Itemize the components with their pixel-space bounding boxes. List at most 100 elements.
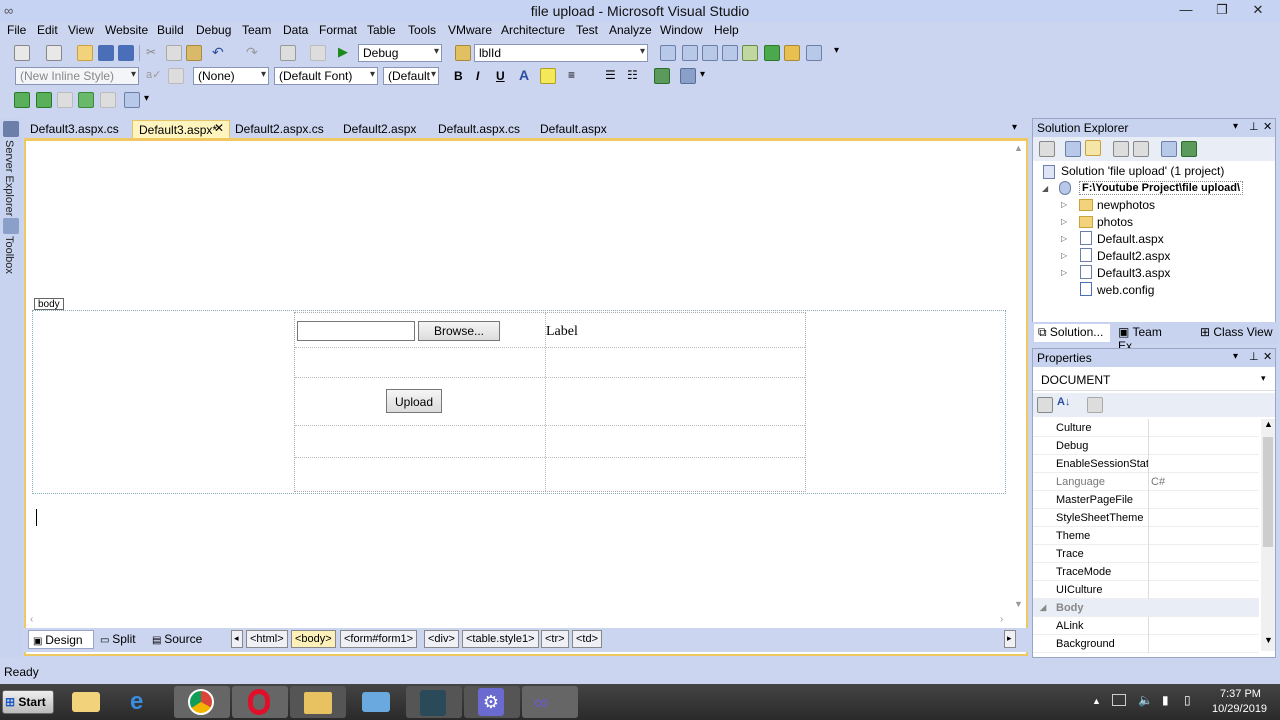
expand-arrow-icon[interactable]: ▷	[1061, 234, 1067, 243]
taskbar-chrome[interactable]	[174, 686, 230, 718]
panel-dropdown-icon[interactable]: ▾	[1233, 121, 1238, 132]
add-item-icon[interactable]	[46, 45, 62, 61]
taskbar-internet-explorer[interactable]: e	[116, 686, 172, 718]
breadcrumb-td[interactable]: <td>	[572, 630, 603, 648]
scroll-left-icon[interactable]: ‹	[30, 614, 33, 625]
menu-team[interactable]: Team	[242, 23, 271, 37]
breadcrumb-body[interactable]: <body>	[291, 630, 336, 648]
close-panel-icon[interactable]: ✕	[1263, 120, 1272, 133]
property-row[interactable]: MasterPageFile	[1033, 491, 1259, 509]
nest-related-files-icon[interactable]	[1085, 140, 1101, 156]
format-options-icon[interactable]	[680, 68, 696, 84]
property-row[interactable]: EnableSessionState	[1033, 455, 1259, 473]
layout-toolbar-options-icon[interactable]: ▾	[144, 93, 160, 109]
find-icon[interactable]	[455, 45, 471, 61]
server-explorer-icon[interactable]	[3, 121, 19, 137]
cut-icon[interactable]: ✂	[146, 45, 162, 61]
property-row[interactable]: StyleSheetTheme	[1033, 509, 1259, 527]
panel-dropdown-icon[interactable]: ▾	[1233, 351, 1238, 362]
start-button[interactable]: ⊞ Start	[2, 690, 54, 714]
design-surface[interactable]: body Browse... Label Upload ‹ › ▲ ▼	[24, 138, 1028, 656]
property-category-body[interactable]: ◢ Body	[1033, 599, 1259, 617]
menu-test[interactable]: Test	[576, 23, 598, 37]
property-row[interactable]: Language C#	[1033, 473, 1259, 491]
properties-scrollbar[interactable]: ▲ ▼	[1261, 419, 1275, 651]
insert-layer-icon[interactable]	[14, 92, 30, 108]
solution-explorer-icon[interactable]	[682, 45, 698, 61]
menu-format[interactable]: Format	[319, 23, 357, 37]
tab-default2-aspx[interactable]: Default2.aspx	[337, 120, 427, 138]
show-hidden-icons-icon[interactable]: ▲	[1092, 696, 1101, 706]
menu-table[interactable]: Table	[367, 23, 396, 37]
scroll-down-icon[interactable]: ▼	[1014, 599, 1023, 609]
toolbar-options-icon[interactable]: ▾	[834, 45, 850, 61]
attach-stylesheet-icon[interactable]	[168, 68, 184, 84]
menu-tools[interactable]: Tools	[408, 23, 436, 37]
copy-icon[interactable]	[166, 45, 182, 61]
solution-configuration-select[interactable]: Debug	[358, 44, 442, 62]
menu-view[interactable]: View	[68, 23, 94, 37]
tab-default-aspx-cs[interactable]: Default.aspx.cs	[432, 120, 532, 138]
menu-debug[interactable]: Debug	[196, 23, 231, 37]
block-format-select[interactable]: (None)	[193, 67, 269, 85]
pin-icon[interactable]: ⊥	[1249, 350, 1259, 363]
property-pages-icon[interactable]	[1087, 397, 1103, 413]
bring-forward-icon[interactable]	[57, 92, 73, 108]
file-upload-input[interactable]	[297, 321, 415, 341]
property-row[interactable]: Culture	[1033, 419, 1259, 437]
taskbar-app[interactable]	[348, 686, 404, 718]
menu-data[interactable]: Data	[283, 23, 308, 37]
save-icon[interactable]	[98, 45, 114, 61]
menu-file[interactable]: File	[7, 23, 26, 37]
menu-edit[interactable]: Edit	[37, 23, 58, 37]
font-name-select[interactable]: (Default Font)	[274, 67, 378, 85]
tab-list-dropdown-icon[interactable]: ▾	[1012, 122, 1017, 133]
taskbar-settings[interactable]: ⚙	[464, 686, 520, 718]
close-panel-icon[interactable]: ✕	[1263, 350, 1272, 363]
taskbar-visual-studio[interactable]: ∞	[522, 686, 578, 718]
start-page-icon[interactable]	[764, 45, 780, 61]
collapse-arrow-icon[interactable]: ◢	[1040, 603, 1046, 612]
formatting-toolbar-options-icon[interactable]: ▾	[700, 69, 716, 85]
scroll-right-icon[interactable]: ›	[1000, 614, 1003, 625]
breadcrumb-html[interactable]: <html>	[246, 630, 288, 648]
alphabetical-sort-icon[interactable]: A↓	[1057, 396, 1073, 412]
object-browser-icon[interactable]	[722, 45, 738, 61]
server-explorer-tab[interactable]: Server Explorer	[3, 140, 15, 216]
upload-button[interactable]: Upload	[386, 389, 442, 413]
clock-time[interactable]: 7:37 PM	[1220, 688, 1261, 700]
menu-analyze[interactable]: Analyze	[609, 23, 652, 37]
minimize-button[interactable]: —	[1168, 0, 1204, 20]
property-value[interactable]: C#	[1151, 476, 1165, 488]
properties-window-icon[interactable]	[702, 45, 718, 61]
properties-icon[interactable]	[1039, 141, 1055, 157]
breadcrumb-table[interactable]: <table.style1>	[462, 630, 539, 648]
paste-icon[interactable]	[186, 45, 202, 61]
tree-item-newphotos[interactable]: newphotos	[1097, 198, 1155, 212]
navigate-backward-icon[interactable]	[280, 45, 296, 61]
scroll-up-icon[interactable]: ▲	[1264, 419, 1273, 429]
copy-website-icon[interactable]	[1161, 141, 1177, 157]
font-size-select[interactable]: (Default	[383, 67, 439, 85]
new-style-icon[interactable]: a✓	[146, 68, 162, 84]
scrollbar-thumb[interactable]	[1263, 437, 1273, 547]
underline-button[interactable]: U	[496, 69, 505, 83]
solution-node[interactable]: Solution 'file upload' (1 project)	[1061, 164, 1224, 178]
tree-item-photos[interactable]: photos	[1097, 215, 1133, 229]
tab-team-explorer[interactable]: ▣ Team Ex...	[1114, 324, 1190, 353]
property-row[interactable]: Debug	[1033, 437, 1259, 455]
close-tab-icon[interactable]: ✕	[214, 121, 224, 135]
view-designer-icon[interactable]	[1133, 141, 1149, 157]
save-all-icon[interactable]	[118, 45, 134, 61]
menu-build[interactable]: Build	[157, 23, 184, 37]
background-color-icon[interactable]	[540, 68, 556, 84]
toolbox-tab-icon[interactable]	[3, 218, 19, 234]
find-in-files-icon[interactable]	[660, 45, 676, 61]
tree-item-default2-aspx[interactable]: Default2.aspx	[1097, 249, 1170, 263]
absolute-position-icon[interactable]	[124, 92, 140, 108]
breadcrumb-scroll-right-icon[interactable]: ▸	[1004, 630, 1016, 648]
tab-default3-aspx-cs[interactable]: Default3.aspx.cs	[24, 120, 130, 138]
bold-button[interactable]: B	[454, 69, 463, 83]
menu-website[interactable]: Website	[105, 23, 148, 37]
property-row[interactable]: TraceMode	[1033, 563, 1259, 581]
